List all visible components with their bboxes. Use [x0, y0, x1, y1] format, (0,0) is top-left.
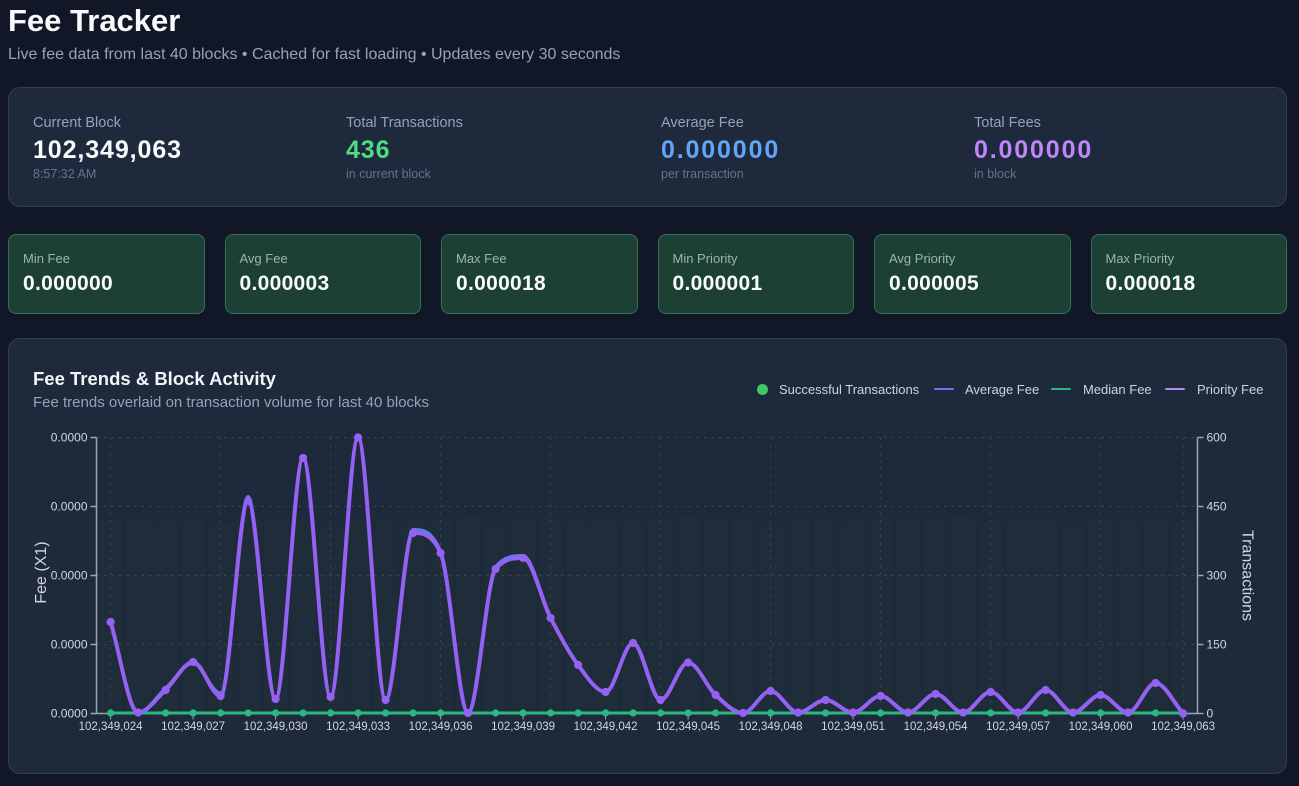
svg-text:102,349,048: 102,349,048	[739, 721, 803, 733]
svg-text:Fee (X1): Fee (X1)	[33, 541, 50, 603]
svg-text:Transactions: Transactions	[1239, 530, 1256, 621]
svg-text:150: 150	[1207, 638, 1227, 652]
svg-text:300: 300	[1207, 569, 1227, 583]
svg-text:0.0000: 0.0000	[51, 707, 88, 721]
svg-text:0.0000: 0.0000	[51, 500, 88, 514]
svg-text:102,349,060: 102,349,060	[1069, 721, 1133, 733]
svg-text:102,349,054: 102,349,054	[904, 721, 969, 733]
svg-text:102,349,039: 102,349,039	[491, 721, 555, 733]
svg-text:600: 600	[1207, 431, 1227, 445]
svg-text:102,349,051: 102,349,051	[821, 721, 885, 733]
svg-text:102,349,042: 102,349,042	[574, 721, 638, 733]
svg-text:102,349,024: 102,349,024	[79, 721, 144, 733]
svg-text:102,349,045: 102,349,045	[656, 721, 720, 733]
svg-text:0.0000: 0.0000	[51, 638, 88, 652]
svg-text:102,349,033: 102,349,033	[326, 721, 390, 733]
svg-text:0: 0	[1207, 707, 1214, 721]
svg-text:0.0000: 0.0000	[51, 569, 88, 583]
svg-text:102,349,030: 102,349,030	[244, 721, 308, 733]
svg-text:450: 450	[1207, 500, 1227, 514]
svg-text:0.0000: 0.0000	[51, 431, 88, 445]
svg-text:102,349,027: 102,349,027	[161, 721, 225, 733]
svg-text:102,349,063: 102,349,063	[1151, 721, 1215, 733]
svg-text:102,349,057: 102,349,057	[986, 721, 1050, 733]
svg-text:102,349,036: 102,349,036	[409, 721, 473, 733]
